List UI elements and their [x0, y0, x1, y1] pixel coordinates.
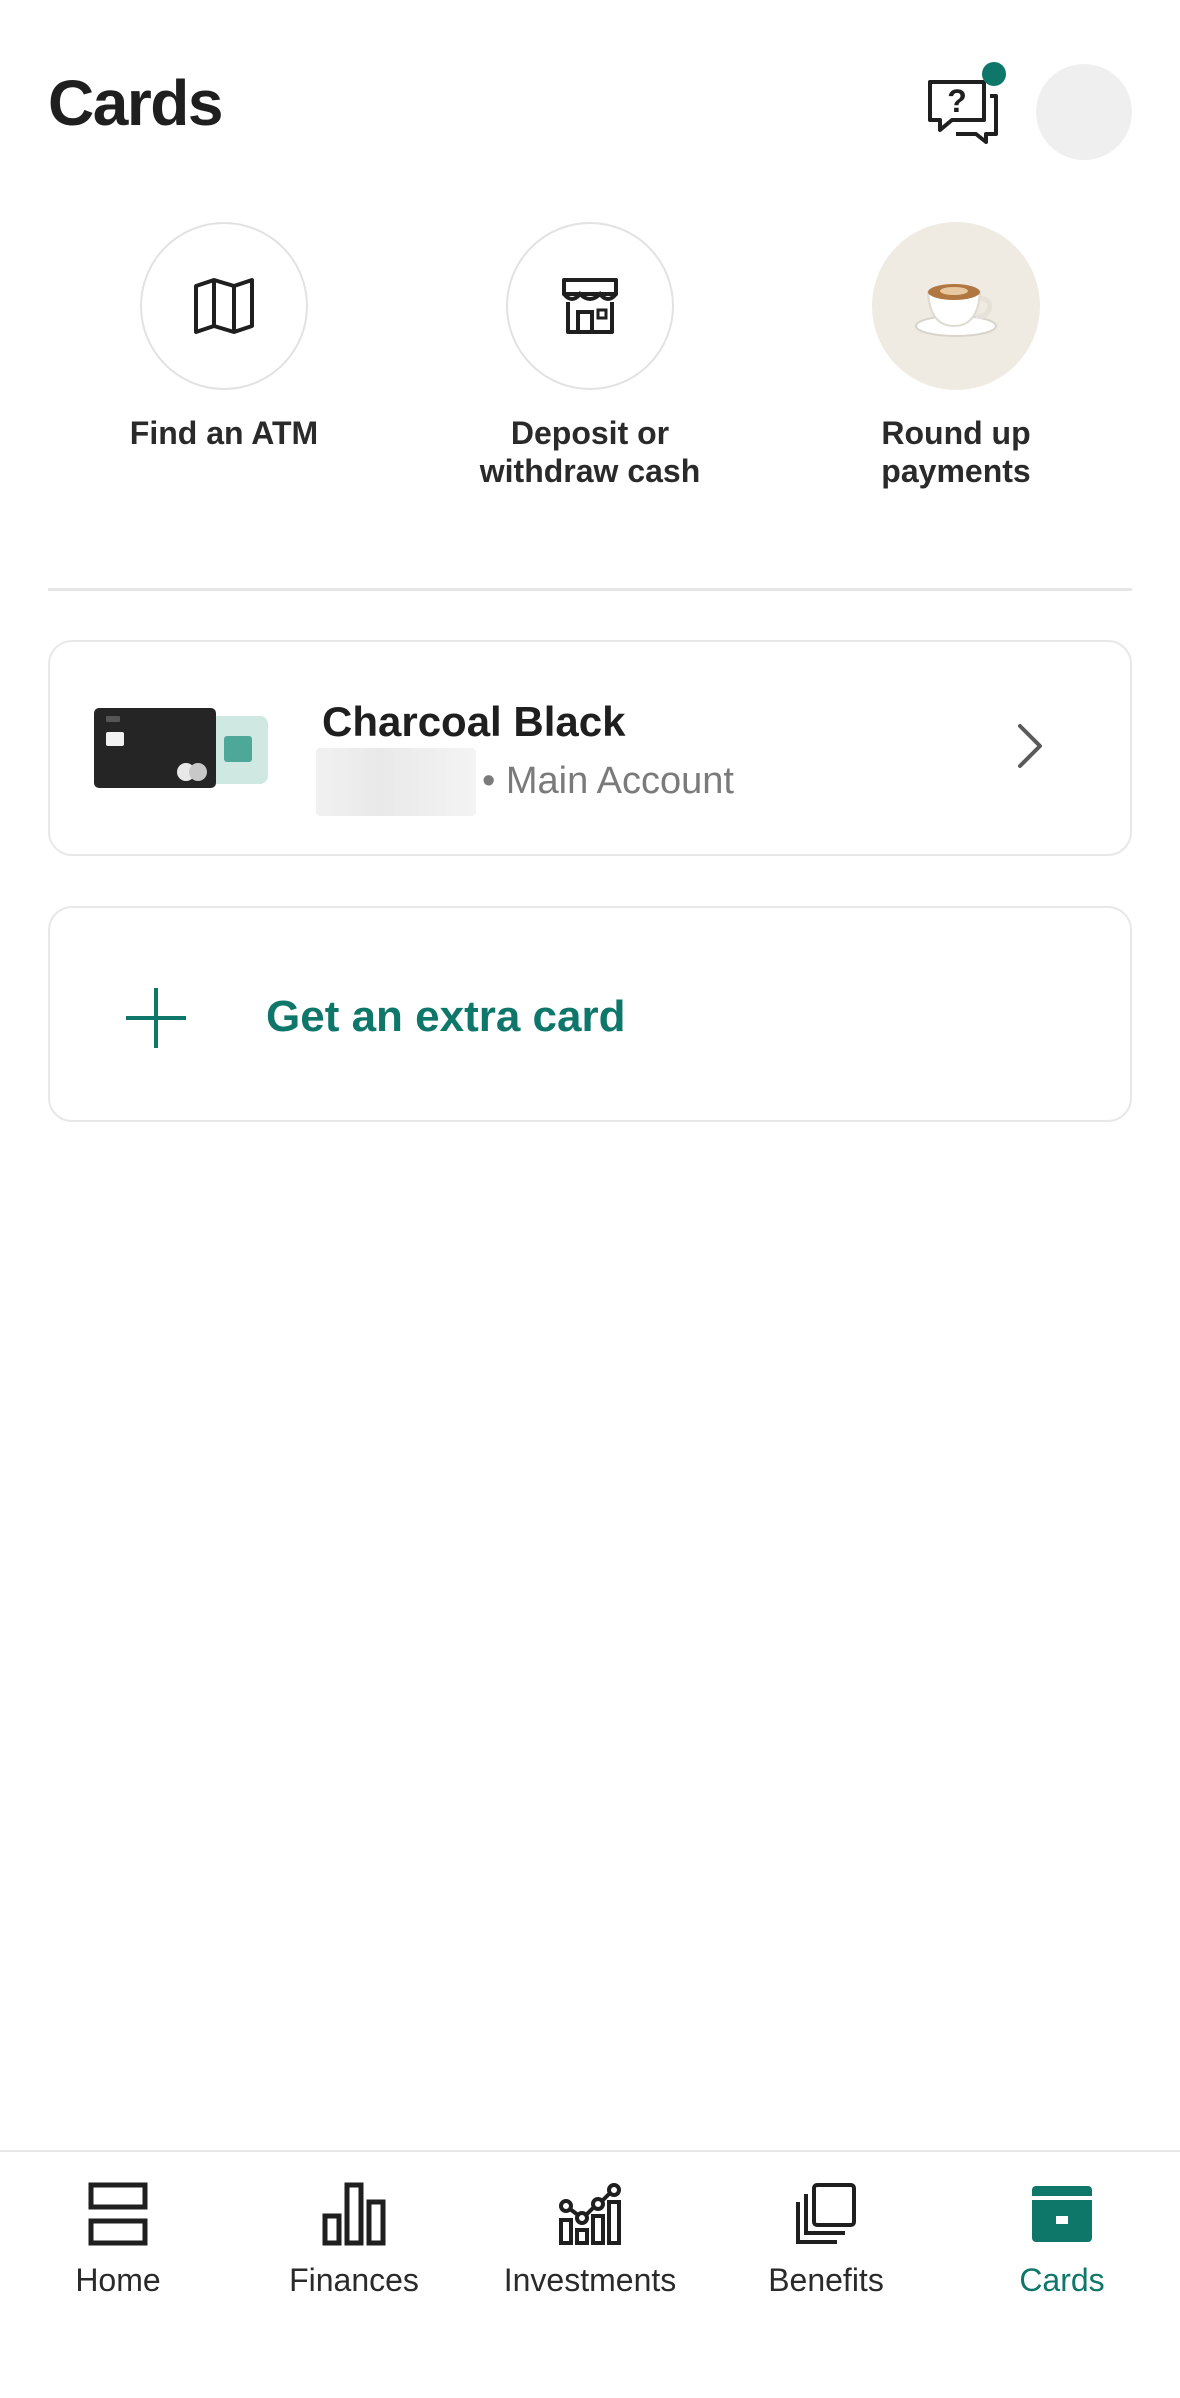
masked-card-number [316, 748, 476, 816]
investments-icon [559, 2183, 621, 2245]
tab-finances[interactable]: Finances [236, 2152, 472, 2398]
tab-cards-label: Cards [1019, 2262, 1105, 2298]
round-up-label: Round up payments [881, 415, 1031, 489]
tab-benefits-label: Benefits [768, 2262, 884, 2298]
round-up-button[interactable] [872, 222, 1040, 390]
tab-home-label: Home [75, 2262, 161, 2298]
bottom-tab-bar: Home Finances Investments Benefits Cards [0, 2150, 1180, 2398]
card-name: Charcoal Black [322, 698, 626, 745]
svg-text:?: ? [947, 83, 967, 119]
get-extra-card-button[interactable]: Get an extra card [48, 906, 1132, 1122]
tab-investments-label: Investments [503, 2262, 677, 2298]
benefits-icon [796, 2183, 856, 2244]
get-extra-card-label: Get an extra card [266, 992, 626, 1041]
find-atm-button[interactable] [140, 222, 308, 390]
avatar[interactable] [1036, 64, 1132, 160]
tab-investments[interactable]: Investments [472, 2152, 708, 2398]
quick-action-round-up[interactable]: Round up payments [806, 222, 1106, 490]
card-thumbnail [94, 708, 268, 788]
plus-icon [126, 988, 186, 1048]
deposit-withdraw-button[interactable] [506, 222, 674, 390]
bar-chart-icon [322, 2182, 386, 2246]
map-icon [194, 278, 254, 334]
page-title: Cards [48, 67, 223, 139]
chevron-right-icon [1018, 724, 1042, 768]
quick-action-find-atm[interactable]: Find an ATM [74, 222, 374, 452]
store-icon [562, 278, 618, 334]
card-row-charcoal-black[interactable]: Charcoal Black • Main Account [48, 640, 1132, 856]
coffee-cup-icon [915, 284, 997, 337]
divider [48, 588, 1132, 591]
tab-home[interactable]: Home [0, 2152, 236, 2398]
tab-finances-label: Finances [289, 2262, 419, 2298]
quick-action-deposit-withdraw[interactable]: Deposit or withdraw cash [440, 222, 740, 490]
home-icon [88, 2182, 148, 2246]
card-account: • Main Account [482, 760, 734, 802]
tab-benefits[interactable]: Benefits [708, 2152, 944, 2398]
find-atm-label: Find an ATM [129, 415, 319, 451]
tab-cards[interactable]: Cards [944, 2152, 1180, 2398]
card-icon [1032, 2186, 1092, 2242]
notification-dot [982, 62, 1006, 86]
deposit-withdraw-label: Deposit or withdraw cash [479, 415, 701, 489]
